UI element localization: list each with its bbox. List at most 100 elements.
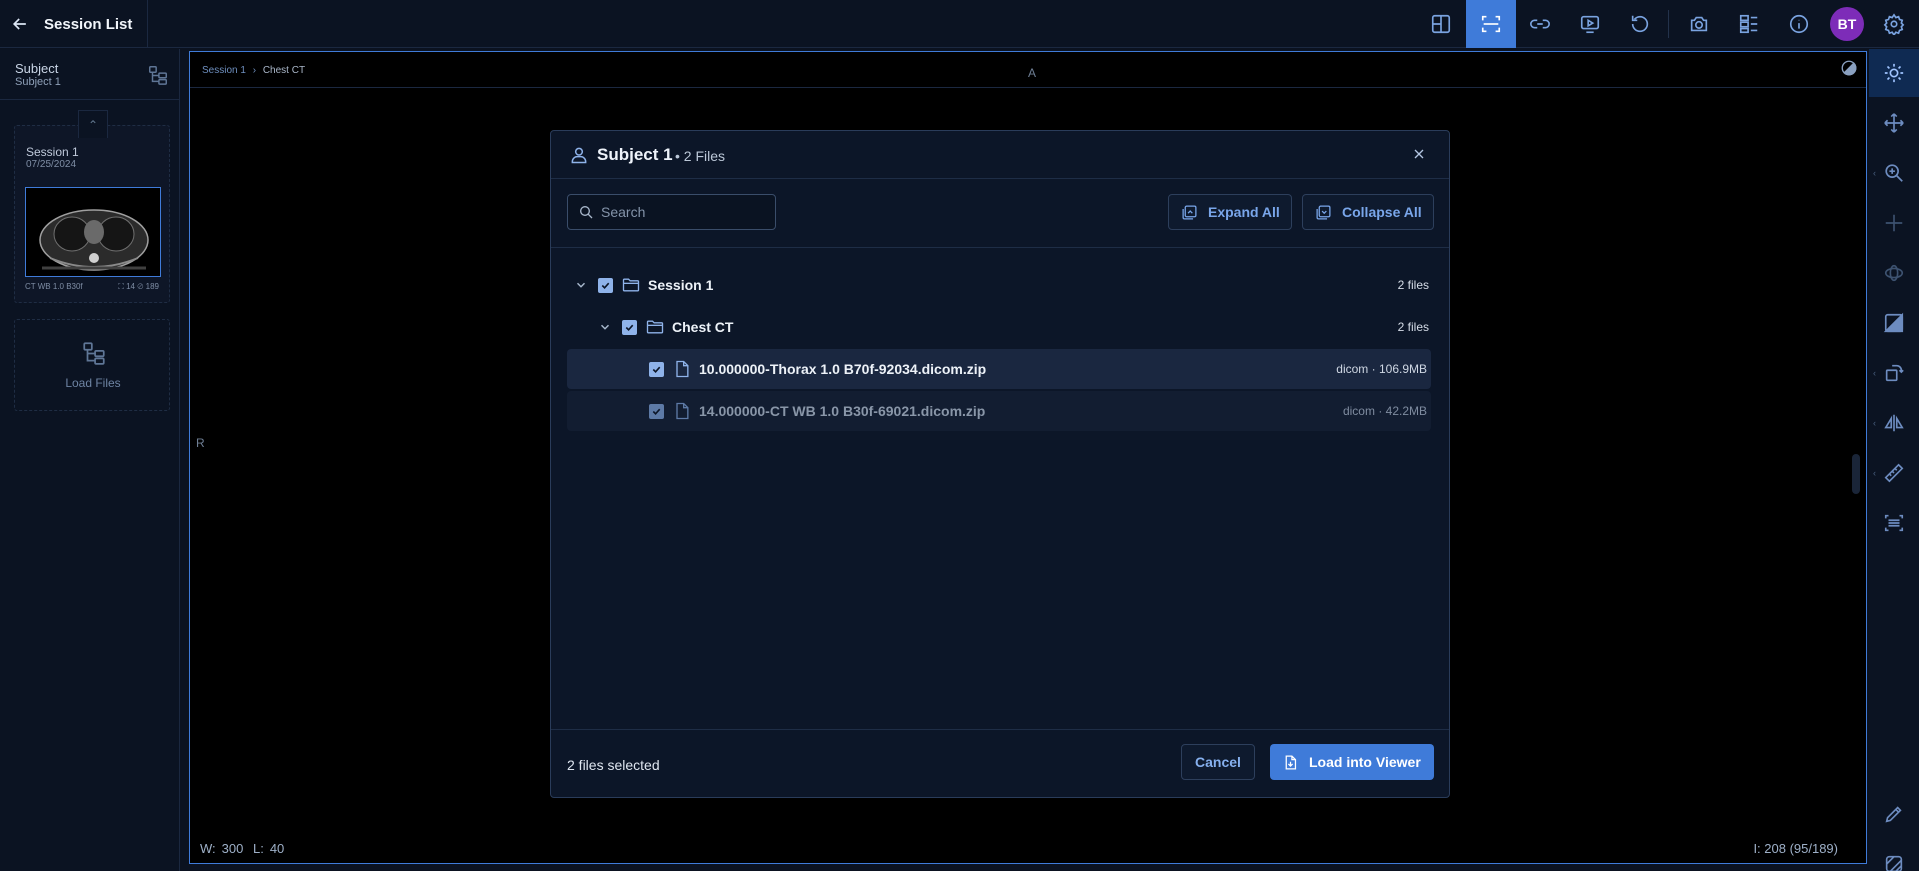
chevron-down-icon[interactable] xyxy=(574,278,588,292)
close-icon[interactable] xyxy=(1411,146,1427,162)
series-panel-button[interactable] xyxy=(1724,0,1774,48)
file-tree-icon[interactable] xyxy=(147,64,169,86)
tree-row-series[interactable]: Chest CT 2 files xyxy=(567,307,1431,347)
folder-icon xyxy=(622,278,640,292)
user-avatar[interactable]: BT xyxy=(1830,7,1864,41)
invert-tool[interactable] xyxy=(1869,299,1919,347)
scan-icon xyxy=(1884,514,1904,532)
annotation-tool[interactable] xyxy=(1869,790,1919,838)
expand-all-button[interactable]: Expand All xyxy=(1168,194,1292,230)
file-name: 10.000000-Thorax 1.0 B70f-92034.dicom.zi… xyxy=(699,361,987,377)
search-input[interactable] xyxy=(601,195,771,229)
pen-icon xyxy=(1885,806,1902,823)
load-into-viewer-button[interactable]: Load into Viewer xyxy=(1270,744,1434,780)
ruler-icon xyxy=(1884,463,1904,483)
reset-icon xyxy=(1631,15,1649,33)
chevron-left-icon: ‹ xyxy=(1873,368,1876,378)
session-file-count: 2 files xyxy=(1397,278,1429,292)
cine-button[interactable] xyxy=(1565,0,1615,48)
session-checkbox[interactable] xyxy=(598,277,613,293)
load-files-label: Load Files xyxy=(65,376,121,390)
flip-icon xyxy=(1884,414,1904,432)
zoom-tool[interactable]: ‹ xyxy=(1869,149,1919,197)
viewport-select-icon xyxy=(1481,15,1501,33)
session-card[interactable]: Session 1 07/25/2024 CT WB 1.0 B30f ⛶ 14… xyxy=(14,125,170,303)
sun-icon xyxy=(1884,63,1904,83)
file-row[interactable]: 14.000000-CT WB 1.0 B30f-69021.dicom.zip… xyxy=(567,391,1431,431)
info-button[interactable] xyxy=(1774,0,1824,48)
layout-icon xyxy=(1431,14,1451,34)
dialog-file-count: • 2 Files xyxy=(675,148,726,164)
top-bar: Session List BT xyxy=(0,0,1919,48)
flip-tool[interactable]: ‹ xyxy=(1869,399,1919,447)
layout-button[interactable] xyxy=(1416,0,1466,48)
file-select-dialog: Subject 1 • 2 Files Expand All Collapse … xyxy=(550,130,1450,798)
collapse-all-button[interactable]: Collapse All xyxy=(1302,194,1434,230)
mask-tool[interactable] xyxy=(1869,840,1919,871)
images-icon: ⊘ xyxy=(137,282,144,291)
collapse-panel-button[interactable]: ⌃ xyxy=(78,110,108,138)
check-icon xyxy=(652,408,661,415)
series-thumbnail[interactable] xyxy=(25,187,161,277)
tree-row-session[interactable]: Session 1 2 files xyxy=(567,265,1431,305)
file-meta: dicom · 106.9MB xyxy=(1336,362,1427,376)
collapse-icon xyxy=(1316,204,1331,220)
rotate-3d-tool[interactable] xyxy=(1869,249,1919,297)
file-checkbox[interactable] xyxy=(649,361,664,377)
series-panel-icon xyxy=(1739,14,1758,34)
slice-scrollbar[interactable] xyxy=(1852,454,1860,494)
file-name: 14.000000-CT WB 1.0 B30f-69021.dicom.zip xyxy=(699,403,986,419)
back-button[interactable]: Session List xyxy=(0,0,148,48)
expand-icon xyxy=(1182,204,1197,220)
crosshair-tool[interactable] xyxy=(1869,199,1919,247)
panel-divider xyxy=(0,99,180,100)
dialog-footer-divider xyxy=(551,729,1449,730)
measure-tool[interactable]: ‹ xyxy=(1869,449,1919,497)
settings-button[interactable] xyxy=(1869,0,1919,48)
search-field[interactable] xyxy=(567,194,776,230)
subject-name: Subject 1 xyxy=(15,76,61,88)
dialog-title: Subject 1 xyxy=(597,145,673,164)
rotate-tool[interactable]: ‹ xyxy=(1869,349,1919,397)
breadcrumb: Session 1 › Chest CT xyxy=(202,65,305,76)
series-file-count: 2 files xyxy=(1397,320,1429,334)
file-row[interactable]: 10.000000-Thorax 1.0 B70f-92034.dicom.zi… xyxy=(567,349,1431,389)
cancel-button[interactable]: Cancel xyxy=(1181,744,1255,780)
file-tree-icon xyxy=(83,342,105,365)
toolbar-divider xyxy=(1668,10,1669,38)
scan-tool[interactable] xyxy=(1869,499,1919,547)
series-counts: ⛶ 14 ⊘ 189 xyxy=(118,282,159,292)
file-import-icon xyxy=(1285,754,1297,770)
contrast-icon[interactable] xyxy=(1840,59,1858,77)
chevron-down-icon[interactable] xyxy=(598,320,612,334)
cine-icon xyxy=(1580,15,1600,34)
chevron-up-icon: ⌃ xyxy=(87,117,99,132)
link-button[interactable] xyxy=(1515,0,1565,48)
viewport-select-button[interactable] xyxy=(1466,0,1516,48)
invert-icon xyxy=(1883,312,1904,333)
gear-icon xyxy=(1883,13,1905,35)
arrow-left-icon xyxy=(12,18,26,30)
series-checkbox[interactable] xyxy=(622,319,637,335)
breadcrumb-session[interactable]: Session 1 xyxy=(202,65,246,76)
window-value: 300 xyxy=(221,841,244,856)
reset-button[interactable] xyxy=(1615,0,1665,48)
file-checkbox[interactable] xyxy=(649,403,664,419)
load-files-button[interactable]: Load Files xyxy=(14,319,170,411)
info-icon xyxy=(1789,14,1809,34)
expand-all-label: Expand All xyxy=(1208,204,1280,220)
check-icon xyxy=(652,366,661,373)
capture-button[interactable] xyxy=(1674,0,1724,48)
subject-title: Subject xyxy=(15,61,59,76)
link-icon xyxy=(1530,19,1550,29)
rotate-3d-icon xyxy=(1884,264,1904,282)
dialog-header: Subject 1 • 2 Files xyxy=(551,131,1449,179)
frames-icon: ⛶ xyxy=(118,282,124,291)
ct-scan-thumbnail xyxy=(26,188,160,276)
level-label: L: xyxy=(252,841,264,856)
session-title: Session 1 xyxy=(26,145,79,159)
file-meta: dicom · 42.2MB xyxy=(1342,404,1427,418)
window-level-tool[interactable] xyxy=(1869,49,1919,97)
pan-tool[interactable] xyxy=(1869,99,1919,147)
chevron-left-icon: ‹ xyxy=(1873,468,1876,478)
